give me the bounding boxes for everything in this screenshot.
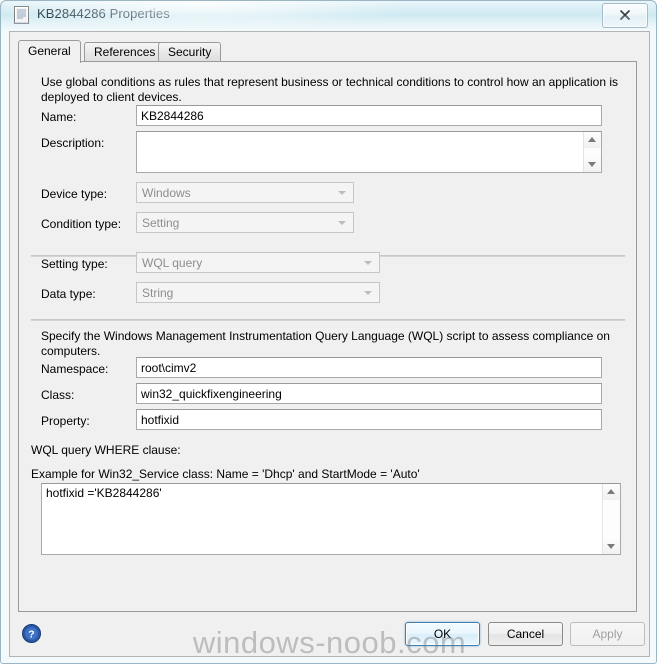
namespace-label: Namespace: <box>41 362 109 376</box>
device-type-value: Windows <box>142 186 191 200</box>
setting-type-value: WQL query <box>142 256 203 270</box>
device-type-dropdown[interactable]: Windows <box>136 182 354 203</box>
where-clause-input[interactable]: hotfixid ='KB2844286' <box>41 483 621 555</box>
ok-button[interactable]: OK <box>405 622 480 646</box>
where-clause-input-value: hotfixid ='KB2844286' <box>46 486 162 500</box>
where-clause-label: WQL query WHERE clause: <box>31 443 181 457</box>
name-label: Name: <box>41 110 77 124</box>
tab-security[interactable]: Security <box>158 42 222 62</box>
dialog-button-bar: ? OK Cancel Apply <box>10 612 649 656</box>
ok-button-label: OK <box>433 627 452 641</box>
close-icon[interactable] <box>602 3 648 28</box>
tab-security-label: Security <box>168 45 212 59</box>
class-input[interactable]: win32_quickfixengineering <box>136 383 602 404</box>
setting-type-label: Setting type: <box>41 257 108 271</box>
title-bar: KB2844286 Properties <box>1 1 657 31</box>
property-input[interactable]: hotfixid <box>136 409 602 430</box>
chevron-down-icon <box>338 220 346 225</box>
chevron-down-icon <box>364 260 372 265</box>
scroll-up-icon[interactable] <box>584 132 600 148</box>
data-type-value: String <box>142 286 174 300</box>
scroll-down-icon[interactable] <box>603 538 619 554</box>
dialog-client-area: General References Security Use global c… <box>9 31 650 657</box>
where-clause-scrollbar[interactable] <box>602 484 620 554</box>
name-input[interactable]: KB2844286 <box>136 105 602 126</box>
tab-page-general: Use global conditions as rules that repr… <box>18 61 637 612</box>
help-question-icon[interactable]: ? <box>22 624 41 643</box>
description-input[interactable] <box>136 131 602 173</box>
tab-references-label: References <box>94 45 156 59</box>
svg-text:?: ? <box>28 629 34 641</box>
cancel-button-label: Cancel <box>506 627 545 641</box>
chevron-down-icon <box>338 190 346 195</box>
scrollbar-track[interactable] <box>584 148 601 156</box>
description-label: Description: <box>41 136 105 150</box>
tab-references[interactable]: References <box>84 42 166 62</box>
tab-general[interactable]: General <box>18 40 81 63</box>
cancel-button[interactable]: Cancel <box>488 622 563 646</box>
condition-type-label: Condition type: <box>41 217 122 231</box>
data-type-label: Data type: <box>41 287 96 301</box>
class-label: Class: <box>41 388 75 402</box>
intro-description: Use global conditions as rules that repr… <box>41 75 618 104</box>
wql-intro-description: Specify the Windows Management Instrumen… <box>41 329 610 358</box>
apply-button[interactable]: Apply <box>570 622 645 646</box>
description-scrollbar[interactable] <box>583 132 601 172</box>
tab-strip: General References Security <box>18 40 638 63</box>
separator-2 <box>31 319 625 321</box>
condition-type-dropdown[interactable]: Setting <box>136 212 354 233</box>
scroll-down-icon[interactable] <box>584 156 600 172</box>
properties-dialog-window: KB2844286 Properties General References … <box>0 0 657 664</box>
window-title: KB2844286 Properties <box>37 6 170 21</box>
apply-button-label: Apply <box>592 627 623 641</box>
condition-type-value: Setting <box>142 216 180 230</box>
scrollbar-track[interactable] <box>603 500 620 538</box>
property-label: Property: <box>41 414 90 428</box>
where-clause-example: Example for Win32_Service class: Name = … <box>31 467 420 481</box>
chevron-down-icon <box>364 290 372 295</box>
scroll-up-icon[interactable] <box>603 484 619 500</box>
device-type-label: Device type: <box>41 187 108 201</box>
setting-type-dropdown[interactable]: WQL query <box>136 252 380 273</box>
data-type-dropdown[interactable]: String <box>136 282 380 303</box>
tab-general-label: General <box>28 44 71 58</box>
namespace-input[interactable]: root\cimv2 <box>136 357 602 378</box>
properties-document-icon <box>13 6 30 24</box>
